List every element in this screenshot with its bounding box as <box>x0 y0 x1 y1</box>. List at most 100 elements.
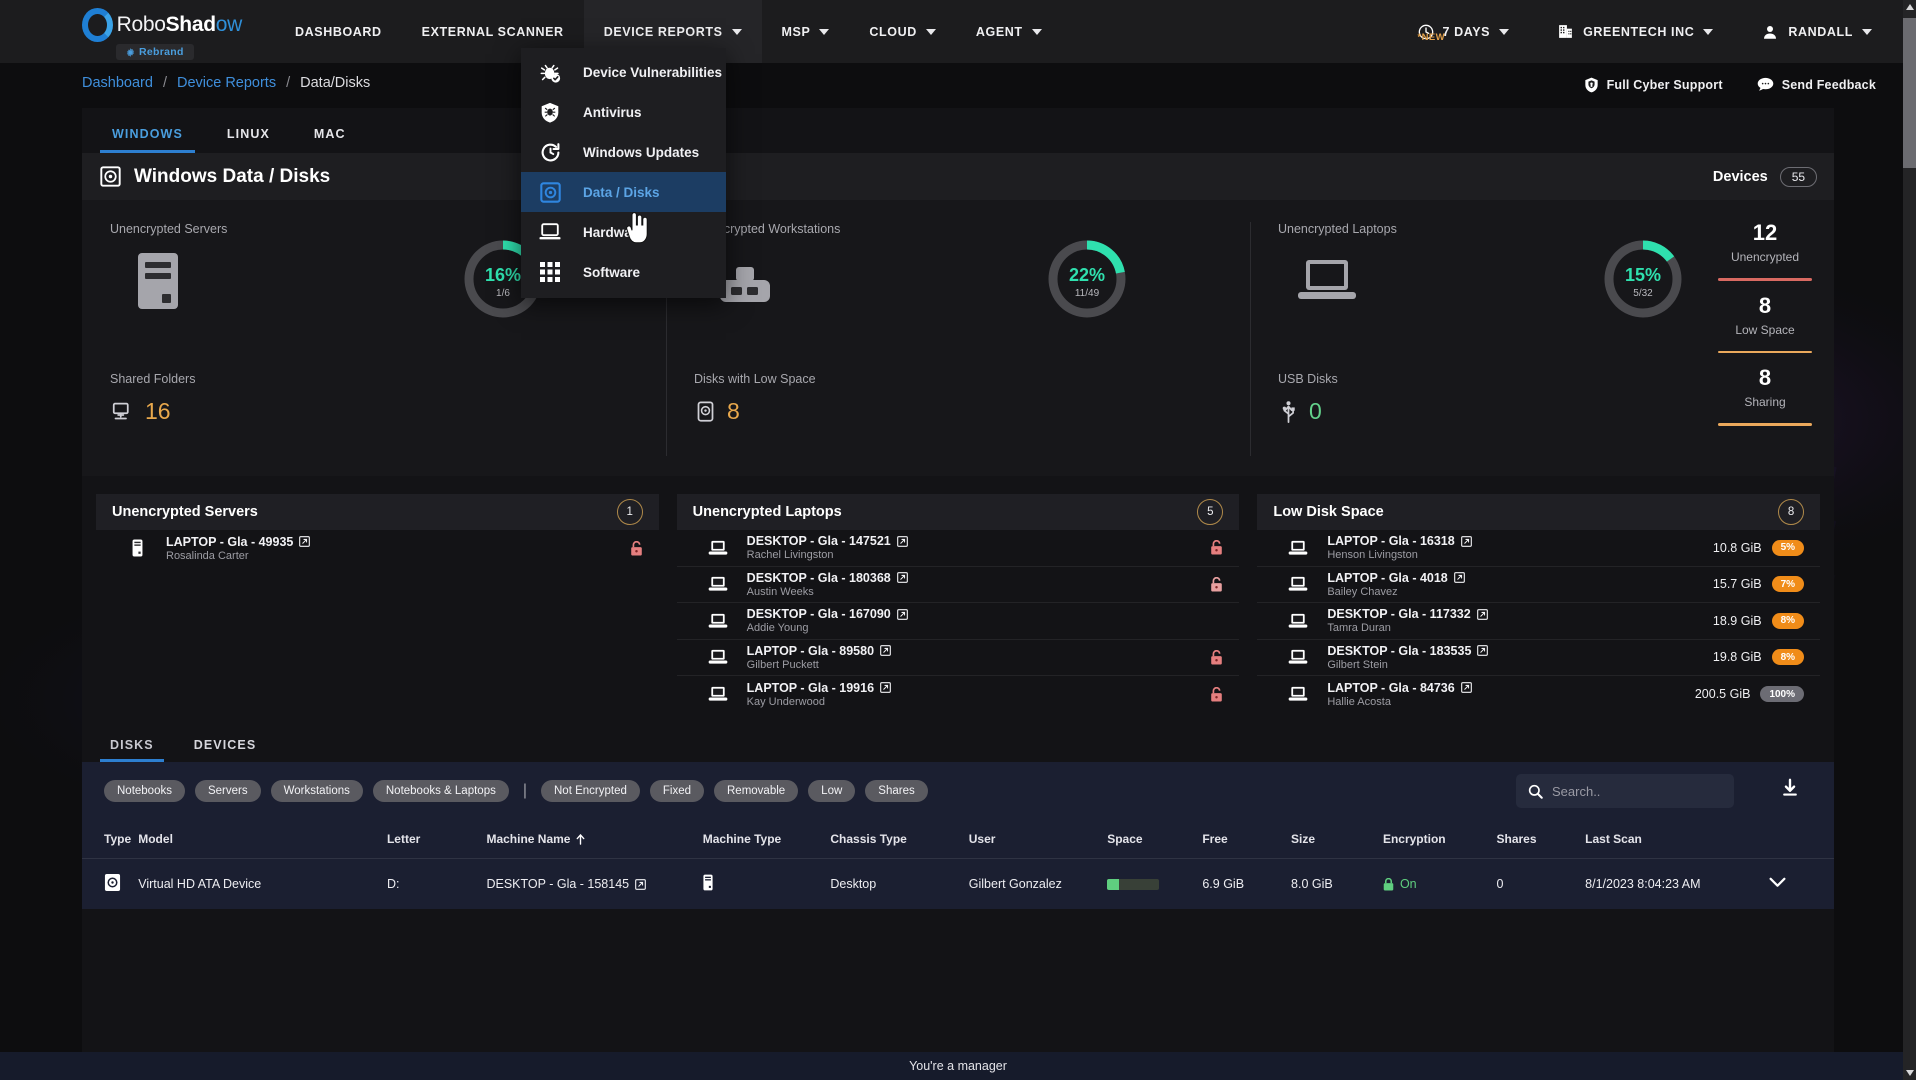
filter-chip-fixed[interactable]: Fixed <box>650 780 704 802</box>
list-item[interactable]: DESKTOP - Gla - 117332 Tamra Duran 18.9 … <box>1257 603 1820 640</box>
col-header-machine-type[interactable]: Machine Type <box>703 820 831 859</box>
menu-item-device-vulnerabilities[interactable]: Device Vulnerabilities <box>521 52 726 92</box>
filter-chip-low[interactable]: Low <box>808 780 855 802</box>
device-name[interactable]: LAPTOP - Gla - 4018 <box>1327 571 1447 585</box>
search-input[interactable]: Search.. <box>1516 774 1734 808</box>
panel-header: Unencrypted Laptops 5 <box>677 494 1240 530</box>
organisation-selector[interactable]: GREENTECH INC <box>1533 23 1737 40</box>
col-header-last-scan[interactable]: Last Scan <box>1585 820 1769 859</box>
device-name[interactable]: DESKTOP - Gla - 180368 <box>747 571 891 585</box>
col-header-free[interactable]: Free <box>1202 820 1291 859</box>
col-header-encryption[interactable]: Encryption <box>1383 820 1497 859</box>
device-name[interactable]: LAPTOP - Gla - 89580 <box>747 644 874 658</box>
list-item[interactable]: DESKTOP - Gla - 180368 Austin Weeks <box>677 567 1240 604</box>
menu-item-windows-updates[interactable]: Windows Updates <box>521 132 726 172</box>
list-item[interactable]: LAPTOP - Gla - 19916 Kay Underwood <box>677 676 1240 713</box>
menu-item-hardware[interactable]: Hardware <box>521 212 726 252</box>
device-name[interactable]: LAPTOP - Gla - 16318 <box>1327 534 1454 548</box>
filter-chip-shares[interactable]: Shares <box>865 780 927 802</box>
device-name[interactable]: DESKTOP - Gla - 183535 <box>1327 644 1471 658</box>
tab-label: DISKS <box>110 738 154 752</box>
search-icon <box>1528 784 1543 799</box>
filter-chip-not-encrypted[interactable]: Not Encrypted <box>541 780 640 802</box>
cell-size: 8.0 GiB <box>1291 859 1383 910</box>
breadcrumb-item-dashboard[interactable]: Dashboard <box>82 75 153 91</box>
external-link-icon[interactable] <box>299 536 310 547</box>
send-feedback-link[interactable]: Send Feedback <box>1757 77 1876 93</box>
tab-linux[interactable]: LINUX <box>205 127 292 153</box>
device-name[interactable]: DESKTOP - Gla - 147521 <box>747 534 891 548</box>
brand-logo[interactable]: RoboShadow Rebrand <box>82 8 242 62</box>
full-cyber-support-link[interactable]: Full Cyber Support <box>1584 77 1723 93</box>
external-link-icon[interactable] <box>897 609 908 620</box>
nav-item-msp[interactable]: MSP <box>762 0 850 63</box>
page-scrollbar[interactable] <box>1903 0 1916 1080</box>
external-link-icon[interactable] <box>635 879 646 890</box>
device-name[interactable]: LAPTOP - Gla - 19916 <box>747 681 874 695</box>
col-header-space[interactable]: Space <box>1107 820 1202 859</box>
chevron-down-icon[interactable] <box>1769 877 1786 888</box>
list-item[interactable]: DESKTOP - Gla - 167090 Addie Young <box>677 603 1240 640</box>
download-icon <box>1780 778 1800 798</box>
col-header-machine-name[interactable]: Machine Name <box>486 820 702 859</box>
list-item[interactable]: LAPTOP - Gla - 49935 Rosalinda Carter <box>96 530 659 567</box>
list-item[interactable]: LAPTOP - Gla - 89580 Gilbert Puckett <box>677 640 1240 677</box>
external-link-icon[interactable] <box>1477 609 1488 620</box>
filter-chip-servers[interactable]: Servers <box>195 780 261 802</box>
external-link-icon[interactable] <box>880 645 891 656</box>
device-name[interactable]: LAPTOP - Gla - 49935 <box>166 535 293 549</box>
filter-chip-notebooks[interactable]: Notebooks <box>104 780 185 802</box>
filter-chip-workstations[interactable]: Workstations <box>271 780 363 802</box>
tab-devices[interactable]: DEVICES <box>174 738 277 762</box>
tab-disks[interactable]: DISKS <box>90 738 174 762</box>
app-root: RoboShadow Rebrand DASHBOARD EXTERNAL SC… <box>0 0 1916 1080</box>
scroll-up-arrow-icon[interactable] <box>1906 4 1914 10</box>
scroll-down-arrow-icon[interactable] <box>1906 1070 1914 1076</box>
table-row[interactable]: Virtual HD ATA Device D: DESKTOP - Gla -… <box>82 859 1834 910</box>
cell-machine-name[interactable]: DESKTOP - Gla - 158145 <box>486 859 702 910</box>
device-name[interactable]: DESKTOP - Gla - 167090 <box>747 607 891 621</box>
rebrand-button[interactable]: Rebrand <box>116 44 194 60</box>
list-item[interactable]: LAPTOP - Gla - 4018 Bailey Chavez 15.7 G… <box>1257 567 1820 604</box>
laptop-icon <box>695 613 741 629</box>
external-link-icon[interactable] <box>897 536 908 547</box>
device-name[interactable]: LAPTOP - Gla - 84736 <box>1327 681 1454 695</box>
list-item[interactable]: LAPTOP - Gla - 84736 Hallie Acosta 200.5… <box>1257 676 1820 713</box>
nav-item-dashboard[interactable]: DASHBOARD <box>275 0 402 63</box>
timerange-selector[interactable]: *NEW 7 DAYS <box>1394 24 1534 40</box>
col-header-type[interactable]: Type <box>82 820 138 859</box>
tab-windows[interactable]: WINDOWS <box>90 127 205 153</box>
col-header-size[interactable]: Size <box>1291 820 1383 859</box>
col-header-model[interactable]: Model <box>138 820 387 859</box>
col-header-chassis-type[interactable]: Chassis Type <box>830 820 968 859</box>
menu-item-data-disks[interactable]: Data / Disks <box>521 172 726 212</box>
col-header-label: Machine Name <box>486 832 570 846</box>
external-link-icon[interactable] <box>1477 645 1488 656</box>
tab-mac[interactable]: MAC <box>292 127 368 153</box>
menu-item-software[interactable]: Software <box>521 252 726 292</box>
download-button[interactable] <box>1780 778 1800 803</box>
list-item[interactable]: DESKTOP - Gla - 147521 Rachel Livingston <box>677 530 1240 567</box>
filter-chip-notebooks-laptops[interactable]: Notebooks & Laptops <box>373 780 509 802</box>
list-item[interactable]: LAPTOP - Gla - 16318 Henson Livingston 1… <box>1257 530 1820 567</box>
external-link-icon[interactable] <box>880 682 891 693</box>
col-header-user[interactable]: User <box>969 820 1107 859</box>
col-header-shares[interactable]: Shares <box>1496 820 1585 859</box>
external-link-icon[interactable] <box>1454 572 1465 583</box>
cell-expand[interactable] <box>1769 859 1834 910</box>
external-link-icon[interactable] <box>1461 682 1472 693</box>
external-link-icon[interactable] <box>897 572 908 583</box>
scrollbar-thumb[interactable] <box>1903 18 1916 168</box>
menu-item-antivirus[interactable]: Antivirus <box>521 92 726 132</box>
device-stat-rule <box>1718 278 1812 281</box>
nav-item-agent[interactable]: AGENT <box>956 0 1062 63</box>
filter-chip-removable[interactable]: Removable <box>714 780 798 802</box>
col-header-letter[interactable]: Letter <box>387 820 486 859</box>
user-menu[interactable]: RANDALL <box>1737 23 1896 41</box>
breadcrumb-item-device-reports[interactable]: Device Reports <box>177 75 276 91</box>
device-stat-rule <box>1718 351 1812 354</box>
list-item[interactable]: DESKTOP - Gla - 183535 Gilbert Stein 19.… <box>1257 640 1820 677</box>
device-name[interactable]: DESKTOP - Gla - 117332 <box>1327 607 1470 621</box>
nav-item-cloud[interactable]: CLOUD <box>849 0 955 63</box>
external-link-icon[interactable] <box>1461 536 1472 547</box>
